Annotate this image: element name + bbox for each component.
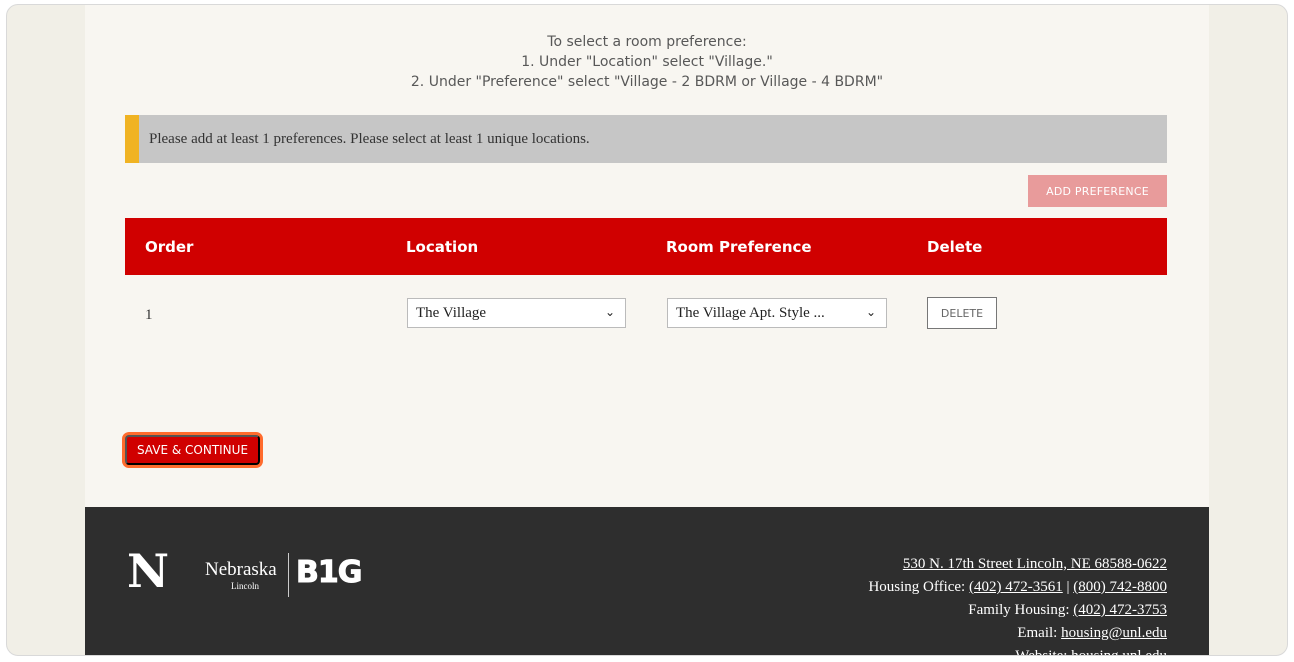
add-preference-button[interactable]: ADD PREFERENCE bbox=[1028, 175, 1167, 207]
table-row: 1 The Village ⌄ The Village Apt. Style .… bbox=[125, 290, 1167, 340]
room-preference-select-value: The Village Apt. Style ... bbox=[676, 304, 825, 321]
phone-separator: | bbox=[1066, 579, 1070, 595]
address-link[interactable]: 530 N. 17th Street Lincoln, NE 68588-062… bbox=[903, 556, 1167, 572]
header-room-preference: Room Preference bbox=[666, 238, 812, 256]
email-link[interactable]: housing@unl.edu bbox=[1061, 625, 1167, 641]
family-housing-phone-link[interactable]: (402) 472-3753 bbox=[1073, 602, 1167, 618]
location-select-value: The Village bbox=[416, 304, 487, 321]
save-continue-button[interactable]: SAVE & CONTINUE bbox=[125, 435, 260, 465]
chevron-down-icon: ⌄ bbox=[604, 305, 615, 319]
page-content: To select a room preference: 1. Under "L… bbox=[85, 5, 1209, 656]
housing-phone-link-2[interactable]: (800) 742-8800 bbox=[1073, 579, 1167, 595]
wordmark-nebraska: Nebraska bbox=[205, 559, 277, 580]
footer: N Nebraska Lincoln B1G 530 N. 17th Stree… bbox=[85, 507, 1209, 656]
validation-alert: Please add at least 1 preferences. Pleas… bbox=[125, 115, 1167, 163]
delete-button[interactable]: DELETE bbox=[927, 297, 997, 329]
room-preference-select[interactable]: The Village Apt. Style ... ⌄ bbox=[667, 298, 887, 328]
family-housing-label: Family Housing: bbox=[968, 602, 1070, 618]
university-wordmark[interactable]: Nebraska Lincoln bbox=[205, 559, 277, 591]
instructions: To select a room preference: 1. Under "L… bbox=[85, 32, 1209, 92]
alert-message: Please add at least 1 preferences. Pleas… bbox=[149, 130, 590, 147]
header-location: Location bbox=[406, 238, 479, 256]
housing-phone-link-1[interactable]: (402) 472-3561 bbox=[969, 579, 1063, 595]
contact-info: 530 N. 17th Street Lincoln, NE 68588-062… bbox=[868, 553, 1167, 656]
chevron-down-icon: ⌄ bbox=[865, 305, 876, 319]
website-link[interactable]: housing.unl.edu bbox=[1071, 648, 1167, 655]
location-select[interactable]: The Village ⌄ bbox=[407, 298, 626, 328]
preferences-table-header: Order Location Room Preference Delete bbox=[125, 218, 1167, 275]
website-label: Website: bbox=[1015, 648, 1068, 656]
nebraska-n-logo[interactable]: N bbox=[127, 548, 171, 594]
header-delete: Delete bbox=[927, 238, 983, 256]
logo-divider bbox=[288, 553, 289, 597]
order-cell: 1 bbox=[145, 307, 153, 323]
instructions-line-1: To select a room preference: bbox=[547, 34, 747, 50]
housing-office-label: Housing Office: bbox=[868, 579, 966, 595]
wordmark-lincoln: Lincoln bbox=[231, 581, 259, 591]
header-order: Order bbox=[145, 238, 194, 256]
email-label: Email: bbox=[1017, 625, 1058, 641]
instructions-line-3: 2. Under "Preference" select "Village - … bbox=[410, 74, 884, 90]
big-ten-logo[interactable]: B1G bbox=[295, 555, 362, 591]
instructions-line-2: 1. Under "Location" select "Village." bbox=[521, 54, 773, 70]
browser-frame: To select a room preference: 1. Under "L… bbox=[6, 4, 1288, 656]
